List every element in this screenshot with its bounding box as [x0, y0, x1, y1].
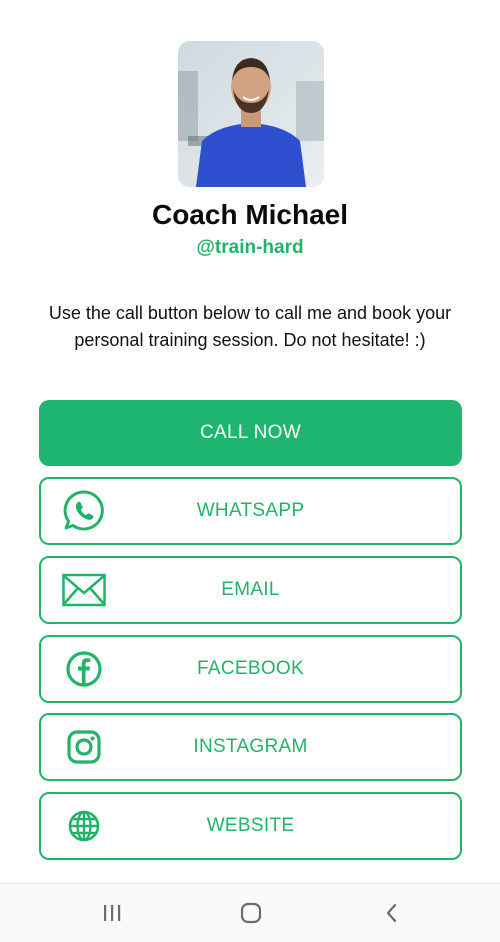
facebook-label: FACEBOOK [197, 658, 304, 679]
instagram-icon [61, 724, 107, 770]
whatsapp-label: WHATSAPP [196, 500, 305, 521]
profile-handle[interactable]: @train-hard [0, 237, 500, 259]
email-label: EMAIL [221, 579, 280, 600]
whatsapp-button[interactable]: WHATSAPP [39, 477, 462, 545]
envelope-icon [61, 567, 107, 613]
home-icon[interactable] [236, 901, 266, 925]
profile-photo [178, 41, 324, 187]
call-now-label: CALL NOW [200, 422, 301, 443]
email-button[interactable]: EMAIL [39, 556, 462, 624]
avatar [178, 41, 324, 187]
facebook-button[interactable]: FACEBOOK [39, 635, 462, 703]
profile-name: Coach Michael [151, 199, 349, 230]
facebook-icon [61, 646, 107, 692]
whatsapp-icon [61, 488, 107, 534]
call-now-button[interactable]: CALL NOW [39, 400, 462, 466]
instagram-label: INSTAGRAM [193, 736, 308, 757]
instagram-button[interactable]: INSTAGRAM [39, 713, 462, 781]
website-label: WEBSITE [206, 815, 295, 836]
globe-icon [61, 803, 107, 849]
back-icon[interactable] [377, 901, 407, 925]
profile-bio: Use the call button below to call me and… [48, 303, 452, 350]
system-navigation-bar [0, 883, 500, 942]
website-button[interactable]: WEBSITE [39, 792, 462, 860]
recent-apps-icon[interactable] [97, 901, 127, 925]
